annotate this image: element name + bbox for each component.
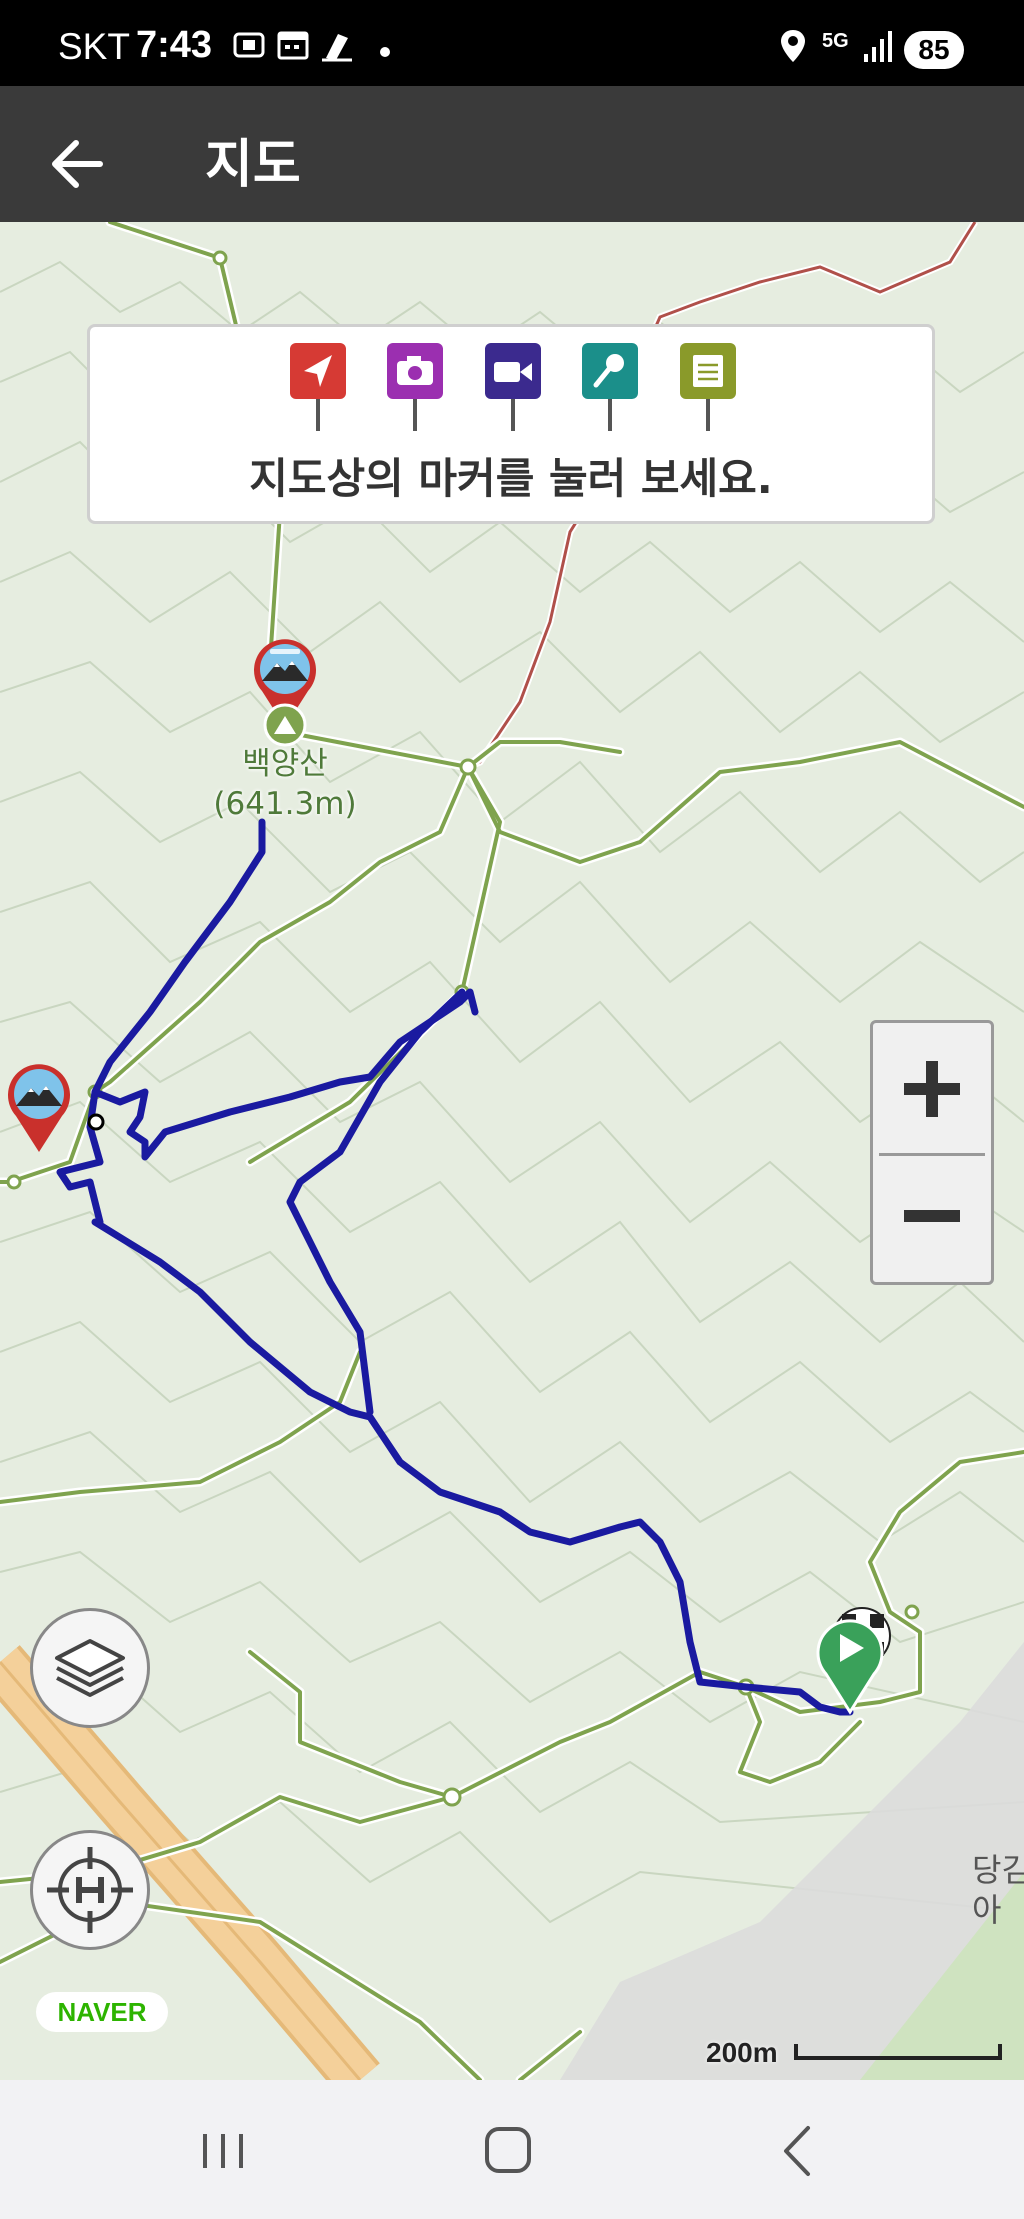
signal-strength-icon: [864, 31, 892, 62]
minus-icon: [904, 1210, 960, 1222]
marker-hint-text: 지도상의 마커를 눌러 보세요.: [249, 454, 773, 503]
microphone-icon[interactable]: [582, 343, 638, 433]
plus-icon: [904, 1061, 960, 1117]
map-layers-button[interactable]: [30, 1608, 150, 1728]
naver-logo: NAVER: [36, 1992, 168, 2032]
home-location-button[interactable]: [30, 1830, 150, 1950]
battery-indicator: 85: [904, 31, 964, 69]
more-notifications-dot-icon: [380, 47, 390, 57]
peak-name: 백양산: [242, 746, 328, 782]
home-icon[interactable]: [463, 2116, 553, 2186]
marker-legend-card: 지도상의 마커를 눌러 보세요.: [87, 324, 935, 524]
start-end-marker[interactable]: [812, 1600, 898, 1720]
track-waypoint: [87, 1113, 105, 1131]
peak-label: 백양산 (641.3m): [200, 744, 370, 824]
camera-icon[interactable]: [387, 343, 443, 433]
zoom-in-button[interactable]: [873, 1023, 991, 1151]
summit-point-icon: [263, 703, 307, 747]
status-bar: SKT 7:43 5G 85: [0, 0, 1024, 86]
carrier-name: SKT: [58, 26, 130, 67]
zoom-out-button[interactable]: [873, 1156, 991, 1284]
network-type-icon: 5G: [822, 30, 849, 52]
scale-bar: [794, 2044, 1002, 2060]
screenshot-icon: [233, 32, 265, 58]
memo-icon[interactable]: [680, 343, 736, 433]
back-icon[interactable]: [752, 2116, 842, 2186]
app-notification-icon: [322, 34, 352, 62]
back-arrow-icon[interactable]: [40, 124, 120, 204]
peak-elevation: (641.3m): [213, 786, 357, 822]
layers-icon: [55, 1639, 125, 1697]
video-camera-icon[interactable]: [485, 343, 541, 433]
summit-marker[interactable]: [6, 1062, 72, 1154]
page-title: 지도: [205, 135, 301, 195]
place-label: 당김 아: [972, 1851, 1024, 1929]
scale-label: 200m: [706, 2037, 778, 2068]
system-navigation-bar: [0, 2080, 1024, 2219]
map-view[interactable]: 지도상의 마커를 눌러 보세요. 백양산 (641.3m) 당김 아 NAVER…: [0, 222, 1024, 2080]
calendar-icon: [277, 31, 309, 60]
app-bar: 지도: [0, 86, 1024, 222]
home-crosshair-icon: [47, 1847, 133, 1933]
location-icon: [781, 30, 805, 62]
clock: 7:43: [136, 24, 213, 66]
recent-apps-icon[interactable]: [178, 2116, 268, 2186]
navigation-arrow-icon[interactable]: [290, 343, 346, 433]
zoom-controls: [870, 1020, 994, 1285]
